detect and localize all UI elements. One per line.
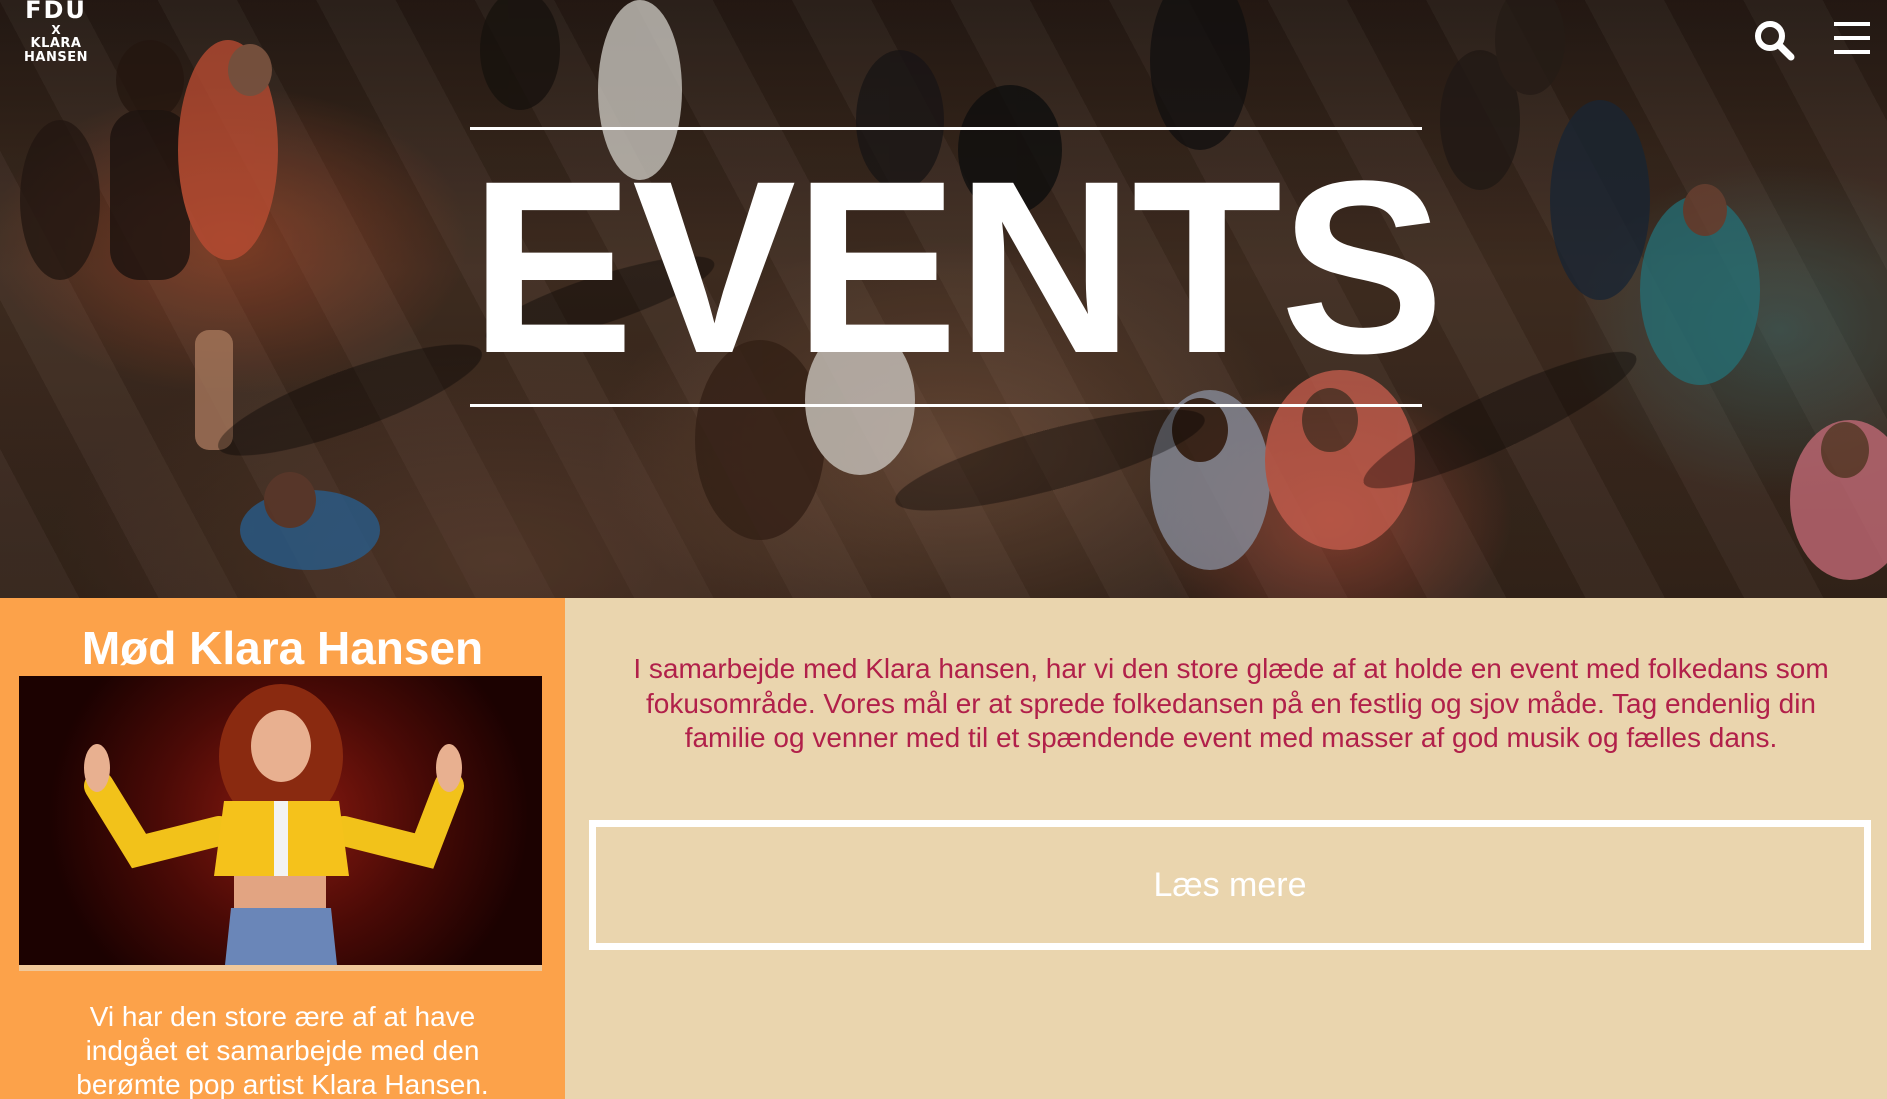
search-icon (1755, 21, 1795, 61)
event-intro-text: I samarbejde med Klara hansen, har vi de… (633, 653, 1829, 753)
logo-klara-text: KLARA (30, 36, 82, 51)
hamburger-menu-icon (1834, 22, 1870, 54)
read-more-button[interactable]: Læs mere (589, 820, 1871, 950)
hero-title-bottom-rule (470, 404, 1422, 407)
fdu-klara-hansen-logo[interactable]: FDU X KLARA HANSEN (18, 0, 94, 64)
feature-text: Vi har den store ære af at have indgået … (76, 1001, 489, 1099)
feature-title: Mød Klara Hansen (81, 622, 484, 674)
klara-hansen-photo (19, 676, 542, 965)
hero-banner: FDU X KLARA HANSEN EVENTS (0, 0, 1887, 598)
logo-hansen-text: HANSEN (24, 50, 88, 65)
feature-panel: Mød Klara Hansen Vi har den store ære af… (0, 598, 565, 1099)
events-page: FDU X KLARA HANSEN EVENTS Mød Klara Hans… (0, 0, 1887, 1099)
hero-title: EVENTS (470, 130, 1444, 405)
photo-underline (19, 965, 542, 971)
menu-button[interactable] (1832, 18, 1872, 58)
klara-hansen-image (84, 684, 464, 965)
search-button[interactable] (1752, 18, 1796, 62)
logo-fdu-text: FDU (25, 0, 87, 24)
logo-x-text: X (51, 23, 61, 37)
